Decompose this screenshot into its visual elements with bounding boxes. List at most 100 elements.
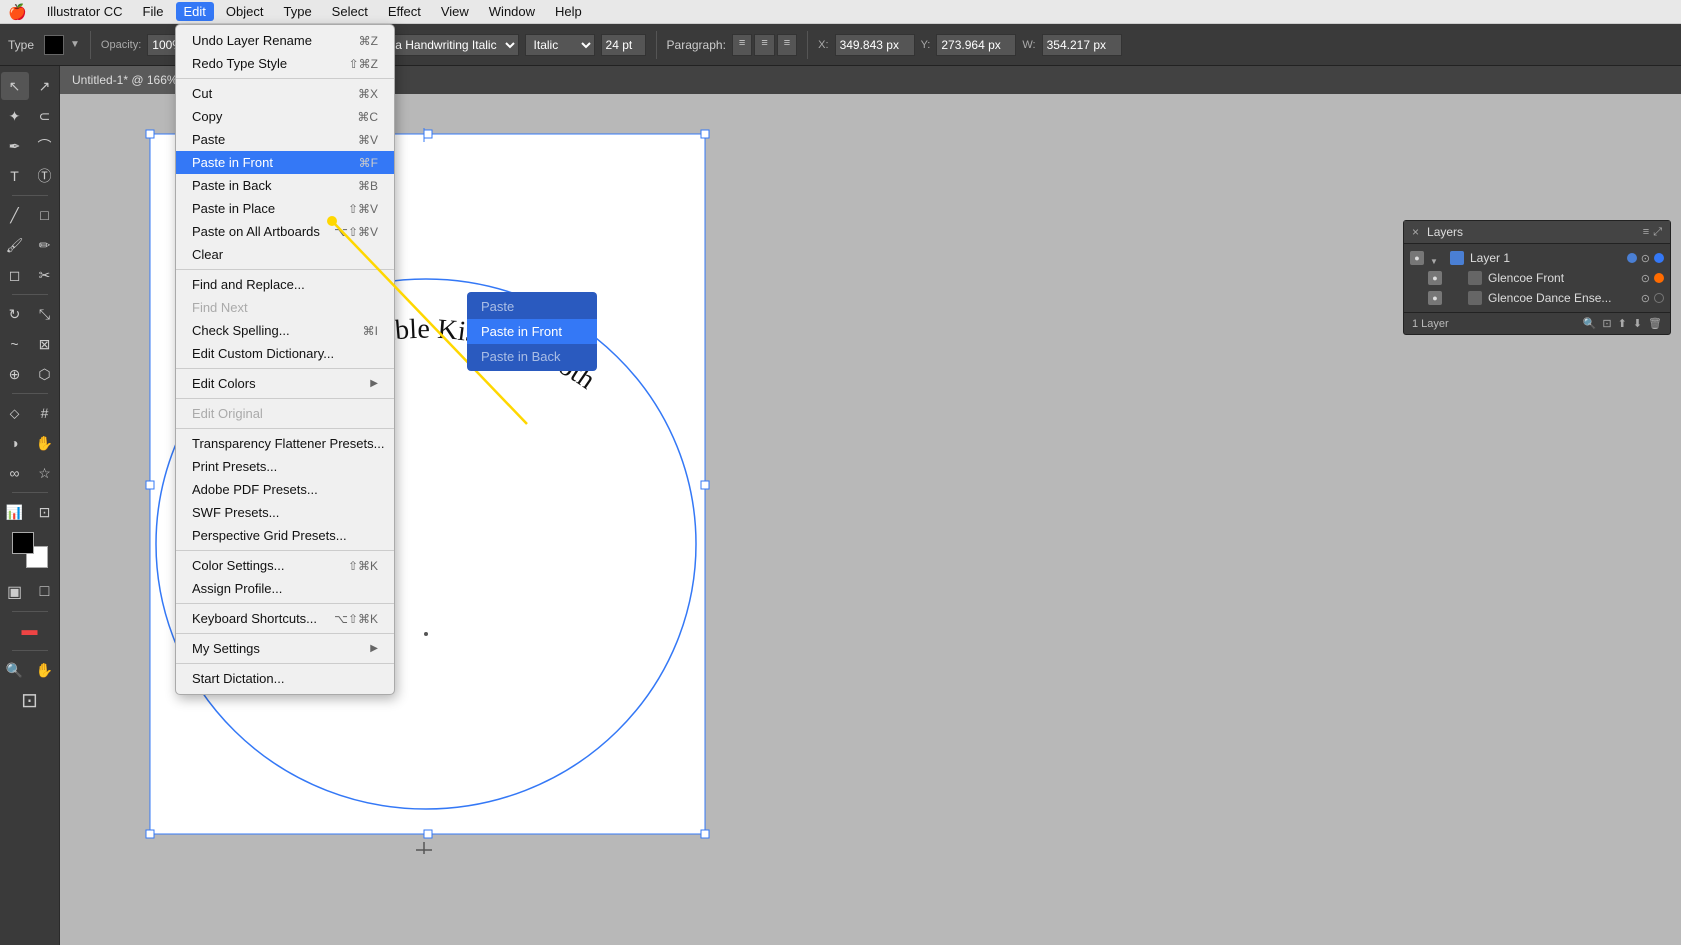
w-input[interactable] [1042,34,1122,56]
layers-create-layer-icon[interactable]: ⊡ [1602,317,1611,330]
layer-eye-3[interactable]: ● [1428,291,1442,305]
color-swatch[interactable] [44,35,64,55]
menubar-help[interactable]: Help [547,2,590,21]
menubar-window[interactable]: Window [481,2,543,21]
menubar-effect[interactable]: Effect [380,2,429,21]
align-center-btn[interactable]: ≡ [754,34,774,56]
screen-mode-btn[interactable]: ▬ [16,617,44,645]
menu-item-copy[interactable]: Copy ⌘C [176,105,394,128]
menubar-select[interactable]: Select [324,2,376,21]
shape-builder-tool[interactable]: ⊕ [1,360,29,388]
gradient-tool[interactable]: ◑ [1,429,29,457]
menu-item-keyboard-shortcuts[interactable]: Keyboard Shortcuts... ⌥⇧⌘K [176,607,394,630]
menu-item-cut[interactable]: Cut ⌘X [176,82,394,105]
menu-item-my-settings[interactable]: My Settings ▶ [176,637,394,660]
layer-row-1[interactable]: ● ▼ Layer 1 ⊙ [1404,248,1670,268]
menu-item-paste-front[interactable]: Paste in Front ⌘F [176,151,394,174]
scissors-tool[interactable]: ✂ [31,261,59,289]
layers-search-icon[interactable]: 🔍 [1583,317,1597,330]
fill-none-btn[interactable]: □ [31,578,59,606]
layer-expand-1[interactable]: ▼ [1430,252,1442,264]
submenu-paste-front[interactable]: Paste in Front [467,319,597,344]
submenu-paste[interactable]: Paste [467,294,597,319]
font-size-input[interactable] [601,34,646,56]
menubar-object[interactable]: Object [218,2,272,21]
menu-item-undo[interactable]: Undo Layer Rename ⌘Z [176,29,394,52]
menu-item-edit-colors[interactable]: Edit Colors ▶ [176,372,394,395]
hand-tool[interactable]: ✋ [31,656,59,684]
menu-item-perspective-presets[interactable]: Perspective Grid Presets... [176,524,394,547]
apple-menu[interactable]: 🍎 [8,3,27,21]
menu-item-assign-profile[interactable]: Assign Profile... [176,577,394,600]
align-left-btn[interactable]: ≡ [732,34,752,56]
live-paint-tool[interactable]: ⬡ [31,360,59,388]
eyedropper-tool[interactable]: ✋ [31,429,59,457]
type-tool[interactable]: T [1,162,29,190]
mesh-tool[interactable]: # [31,399,59,427]
column-graph-tool[interactable]: 📊 [1,498,29,526]
menubar-edit[interactable]: Edit [176,2,214,21]
rotate-tool[interactable]: ↻ [1,300,29,328]
menu-item-color-settings[interactable]: Color Settings... ⇧⌘K [176,554,394,577]
layer-settings-btn-2[interactable]: ⊙ [1641,272,1650,285]
menu-item-redo[interactable]: Redo Type Style ⇧⌘Z [176,52,394,75]
menu-item-dictation[interactable]: Start Dictation... [176,667,394,690]
menubar-view[interactable]: View [433,2,477,21]
menu-item-spellcheck[interactable]: Check Spelling... ⌘I [176,319,394,342]
direct-select-tool[interactable]: ↗ [31,72,59,100]
blend-tool[interactable]: ∞ [1,459,29,487]
pen-tool[interactable]: ✒ [1,132,29,160]
layers-panel-close-btn[interactable]: × [1412,225,1419,239]
layer-settings-btn-3[interactable]: ⊙ [1641,292,1650,305]
curvature-tool[interactable]: ⌒ [31,132,59,160]
magic-wand-tool[interactable]: ✦ [1,102,29,130]
menu-item-find-next[interactable]: Find Next [176,296,394,319]
layer-row-2[interactable]: ● Glencoe Front ⊙ [1404,268,1670,288]
menu-item-clear[interactable]: Clear [176,243,394,266]
line-tool[interactable]: ╱ [1,201,29,229]
select-tool[interactable]: ↖ [1,72,29,100]
layer-row-3[interactable]: ● Glencoe Dance Ense... ⊙ [1404,288,1670,308]
menu-item-paste-back[interactable]: Paste in Back ⌘B [176,174,394,197]
menu-item-pdf-presets[interactable]: Adobe PDF Presets... [176,478,394,501]
frame-tool[interactable]: ⊡ [4,686,56,714]
foreground-color-box[interactable] [12,532,34,554]
symbol-tool[interactable]: ☆ [31,459,59,487]
perspective-tool[interactable]: ⬦ [1,399,29,427]
menu-item-transparency-presets[interactable]: Transparency Flattener Presets... [176,432,394,455]
warp-tool[interactable]: ~ [1,330,29,358]
scale-tool[interactable]: ⤡ [31,300,59,328]
layers-delete-icon[interactable]: 🗑 [1648,317,1662,330]
zoom-tool[interactable]: 🔍 [1,656,29,684]
layers-move-up-icon[interactable]: ⬆ [1618,317,1627,330]
menu-item-paste[interactable]: Paste ⌘V [176,128,394,151]
menu-item-custom-dict[interactable]: Edit Custom Dictionary... [176,342,394,365]
menubar-type[interactable]: Type [275,2,319,21]
font-style-select[interactable]: Italic [525,34,595,56]
layer-settings-btn-1[interactable]: ⊙ [1641,252,1650,265]
pencil-tool[interactable]: ✏ [31,231,59,259]
menu-item-find-replace[interactable]: Find and Replace... [176,273,394,296]
layer-eye-2[interactable]: ● [1428,271,1442,285]
lasso-tool[interactable]: ⊂ [31,102,59,130]
layers-move-down-icon[interactable]: ⬇ [1633,317,1642,330]
eraser-tool[interactable]: ◻ [1,261,29,289]
layer-eye-1[interactable]: ● [1410,251,1424,265]
fill-gradient-btn[interactable]: ▣ [1,578,29,606]
menubar-illustrator[interactable]: Illustrator CC [39,2,131,21]
submenu-paste-back[interactable]: Paste in Back [467,344,597,369]
align-right-btn[interactable]: ≡ [777,34,797,56]
rect-tool[interactable]: □ [31,201,59,229]
artboard-tool[interactable]: ⊡ [31,498,59,526]
menu-item-paste-all[interactable]: Paste on All Artboards ⌥⇧⌘V [176,220,394,243]
menu-item-swf-presets[interactable]: SWF Presets... [176,501,394,524]
y-input[interactable] [936,34,1016,56]
paintbrush-tool[interactable]: 🖌 [1,231,29,259]
touch-type-tool[interactable]: Ⓣ [31,162,59,190]
x-input[interactable] [835,34,915,56]
menu-item-paste-place[interactable]: Paste in Place ⇧⌘V [176,197,394,220]
layers-panel-menu-btn[interactable]: ≡ [1643,226,1649,239]
menu-item-edit-original[interactable]: Edit Original [176,402,394,425]
free-transform-tool[interactable]: ⊠ [31,330,59,358]
layers-panel-expand-btn[interactable]: ⤢ [1653,226,1662,239]
